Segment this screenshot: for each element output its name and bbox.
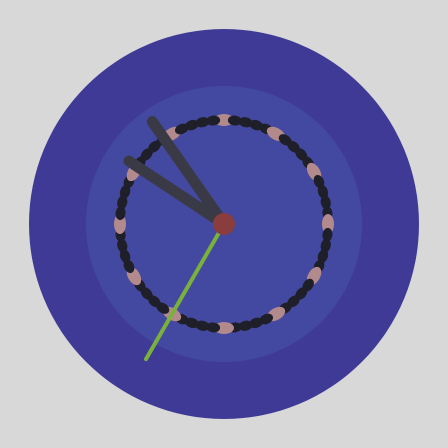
clock-widget xyxy=(0,0,448,448)
analog-clock xyxy=(29,29,419,419)
center-cap xyxy=(213,213,235,235)
